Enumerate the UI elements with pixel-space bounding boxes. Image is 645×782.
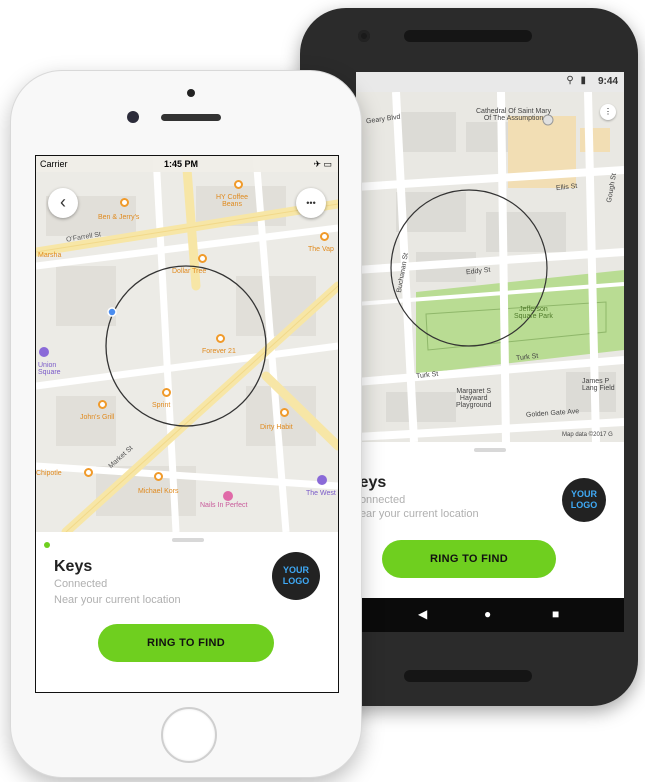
device-status: Connected xyxy=(54,578,108,590)
status-time: 9:44 xyxy=(597,76,618,87)
earpiece xyxy=(161,114,221,121)
poi-label-forever21: Forever 21 xyxy=(202,348,236,355)
map-credit: Map data ©2017 G xyxy=(562,432,613,438)
poi-label-michael: Michael Kors xyxy=(138,488,179,495)
android-bottom-panel: Keys Connected Near your current locatio… xyxy=(356,442,624,598)
device-status: Connected xyxy=(356,494,406,506)
poi-label-nailsin: Nails In Perfect xyxy=(200,502,248,509)
poi-icon[interactable] xyxy=(280,408,289,417)
map-label-cathedral: Cathedral Of Saint Mary Of The Assumptio… xyxy=(476,108,552,122)
poi-icon[interactable] xyxy=(84,468,93,477)
status-time: 1:45 PM xyxy=(164,159,199,169)
poi-icon[interactable] xyxy=(154,472,163,481)
poi-icon[interactable] xyxy=(162,388,171,397)
android-map[interactable]: Cathedral Of Saint Mary Of The Assumptio… xyxy=(356,92,624,442)
battery-icon: ✈ ▭ xyxy=(313,159,332,169)
poi-label-benjerry: Ben & Jerry's xyxy=(98,214,140,221)
device-location: Near your current location xyxy=(54,594,181,606)
poi-label-dollar: Dollar Tree xyxy=(172,268,207,275)
iphone-map[interactable]: Ben & Jerry's HY Coffee Beans Dollar Tre… xyxy=(36,156,338,532)
iphone-bottom-panel: Keys Connected Near your current locatio… xyxy=(36,532,338,692)
android-status-bar: ⚲ ▮ 9:44 xyxy=(356,72,624,92)
front-camera xyxy=(127,111,139,123)
nav-home-icon[interactable]: ● xyxy=(484,607,491,621)
proximity-sensor xyxy=(187,89,195,97)
drag-handle[interactable] xyxy=(172,538,204,542)
home-button[interactable] xyxy=(161,707,217,763)
map-label-jamesp: James P Lang Field xyxy=(582,378,615,392)
android-screen: ⚲ ▮ 9:44 Cathedral Of Saint Mary Of The … xyxy=(356,72,624,632)
poi-icon[interactable] xyxy=(120,198,129,207)
poi-label-johns: John's Grill xyxy=(80,414,115,421)
poi-label-marshalls: Marsha xyxy=(38,252,62,259)
poi-label-dirty: Dirty Habit xyxy=(260,424,293,431)
iphone-screen: Ben & Jerry's HY Coffee Beans Dollar Tre… xyxy=(35,155,339,693)
poi-icon[interactable] xyxy=(320,232,329,241)
poi-label-chipotle: Chipotle xyxy=(36,470,62,477)
front-camera xyxy=(358,30,370,42)
poi-label-sprint: Sprint xyxy=(152,402,171,409)
brand-logo: YOUR LOGO xyxy=(272,552,320,600)
poi-label-thevap: The Vap xyxy=(308,246,334,253)
carrier-label: Carrier xyxy=(40,159,68,169)
poi-icon[interactable] xyxy=(234,180,243,189)
android-nav-bar: ◀ ● ■ xyxy=(356,598,624,632)
poi-label-union: Union Square xyxy=(38,362,61,376)
signal-battery-icon: ⚲ ▮ xyxy=(566,75,588,86)
poi-icon[interactable] xyxy=(198,254,207,263)
map-label-park: Jefferson Square Park xyxy=(514,306,553,320)
poi-icon[interactable] xyxy=(98,400,107,409)
more-options-button[interactable]: ••• xyxy=(296,188,326,218)
connected-indicator xyxy=(44,542,50,548)
brand-logo: YOUR LOGO xyxy=(562,478,606,522)
drag-handle[interactable] xyxy=(474,448,506,452)
speaker-grille-bottom xyxy=(404,670,532,682)
speaker-grille-top xyxy=(404,30,532,42)
iphone-status-bar: Carrier 1:45 PM ✈ ▭ xyxy=(36,156,338,172)
nav-recent-apps-icon[interactable]: ■ xyxy=(552,607,559,621)
poi-label-westfield: The West xyxy=(306,490,336,497)
iphone-map-graphic xyxy=(36,156,338,532)
more-options-button[interactable]: ⋮ xyxy=(600,104,616,120)
poi-label-coffee: HY Coffee Beans xyxy=(216,194,249,208)
back-button[interactable]: ‹ xyxy=(48,188,78,218)
nav-back-icon[interactable]: ◀ xyxy=(418,607,427,621)
ring-to-find-button[interactable]: RING TO FIND xyxy=(98,624,274,662)
device-location: Near your current location xyxy=(356,508,479,520)
ring-to-find-button[interactable]: RING TO FIND xyxy=(382,540,556,578)
poi-icon[interactable] xyxy=(216,334,225,343)
iphone: Ben & Jerry's HY Coffee Beans Dollar Tre… xyxy=(10,70,362,778)
device-title: Keys xyxy=(54,558,93,575)
map-label-playground: Margaret S Hayward Playground xyxy=(456,388,492,409)
